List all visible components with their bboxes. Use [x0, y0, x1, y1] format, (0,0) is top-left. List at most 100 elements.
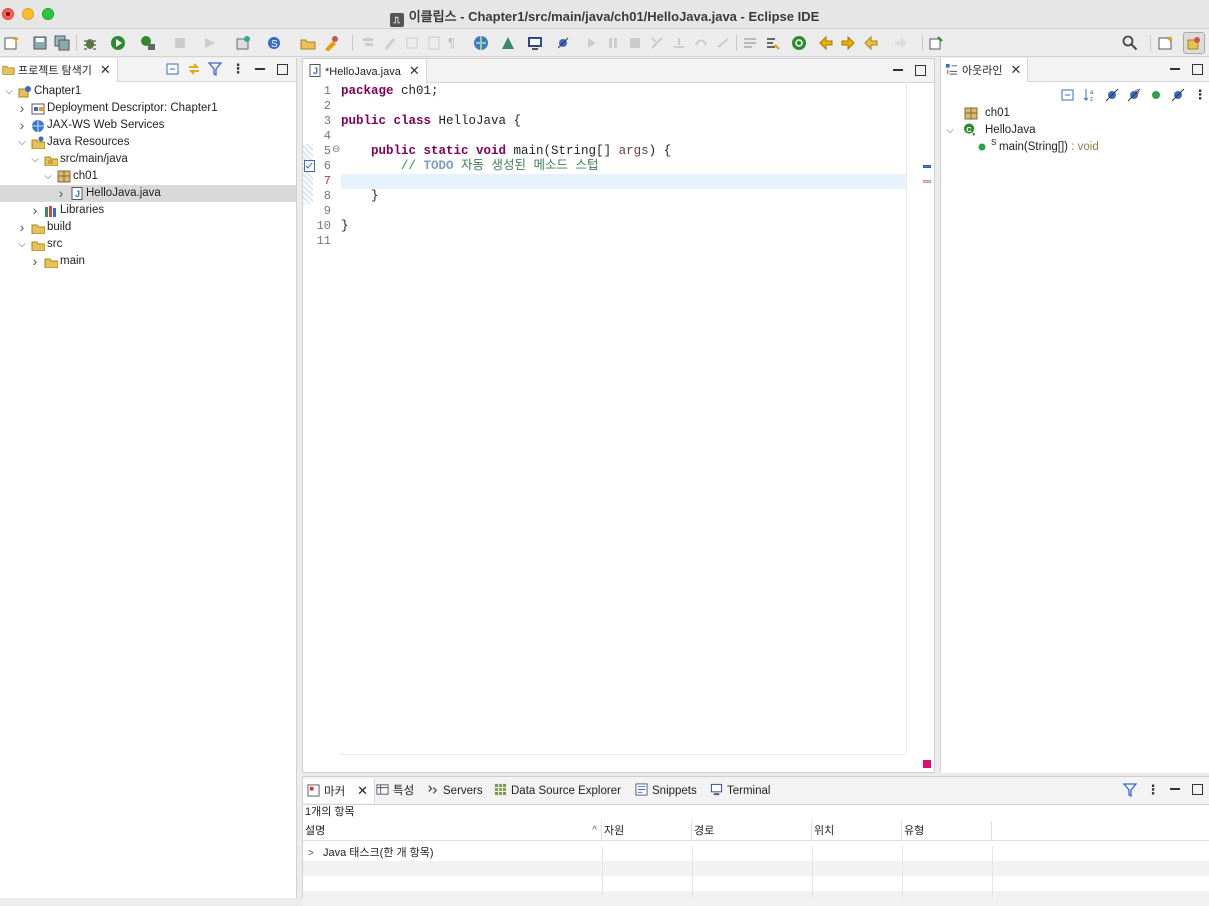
outline-item-package[interactable]: ch01 [941, 105, 1209, 122]
fold-collapse-icon[interactable]: ⊖ [332, 144, 340, 155]
tree-item-src[interactable]: ⌵ src [0, 236, 296, 253]
view-menu-icon[interactable]: ⋮ [1193, 88, 1207, 102]
new-service-icon[interactable]: S [266, 35, 282, 51]
open-type-icon[interactable] [300, 35, 316, 51]
close-icon[interactable]: ✕ [100, 62, 111, 77]
hide-static-icon[interactable]: S [1127, 88, 1141, 102]
tab-data-source-explorer[interactable]: Data Source Explorer [494, 779, 621, 803]
new-icon[interactable] [4, 35, 20, 51]
chevron-right-icon[interactable]: › [17, 100, 27, 117]
table-row [303, 861, 1209, 876]
overview-ruler[interactable] [906, 84, 934, 768]
chevron-down-icon[interactable]: ⌵ [945, 122, 955, 139]
new-server-icon[interactable] [235, 35, 251, 51]
step-return-icon [717, 38, 729, 48]
chevron-down-icon[interactable]: ⌵ [4, 83, 14, 100]
chevron-right-icon[interactable]: > [308, 846, 314, 861]
column-description[interactable]: 설명 ^ [303, 821, 602, 841]
annotation-nav-icon[interactable] [765, 35, 781, 51]
java-ee-perspective-button[interactable] [1183, 32, 1205, 54]
skip-breakpoints-icon[interactable] [555, 35, 571, 51]
tab-servers[interactable]: Servers [426, 779, 483, 803]
back-icon[interactable] [863, 35, 879, 51]
web-browser-icon[interactable] [473, 35, 489, 51]
tree-item-build[interactable]: › build [0, 219, 296, 236]
tree-item-libraries[interactable]: › Libraries [0, 202, 296, 219]
console-icon[interactable] [527, 35, 543, 51]
minimize-icon[interactable] [1168, 62, 1182, 76]
view-menu-icon[interactable]: ⋮ [1146, 783, 1160, 797]
open-perspective-icon[interactable] [1158, 35, 1174, 51]
collapse-all-icon[interactable] [1061, 88, 1075, 102]
chevron-right-icon[interactable]: › [30, 202, 40, 219]
column-resource[interactable]: 자원 [602, 821, 692, 841]
tab-markers[interactable]: 마커 ✕ [303, 779, 376, 803]
tab-terminal[interactable]: Terminal [710, 779, 770, 803]
column-path[interactable]: 경로 [692, 821, 812, 841]
save-all-icon[interactable] [54, 35, 70, 51]
close-icon[interactable]: ✕ [1010, 62, 1021, 77]
view-menu-icon[interactable]: ⋮ [231, 62, 245, 76]
tree-item-main[interactable]: › main [0, 253, 296, 270]
tab-snippets[interactable]: Snippets [635, 779, 697, 803]
minimize-icon[interactable] [891, 63, 905, 77]
tab-hellojava-java[interactable]: J *HelloJava.java ✕ [303, 59, 427, 83]
run-icon[interactable] [110, 35, 126, 51]
tree-item-java-resources[interactable]: ⌵ Java Resources [0, 134, 296, 151]
open-task-icon[interactable] [323, 35, 339, 51]
filter-icon[interactable] [1123, 783, 1137, 797]
table-row[interactable]: > Java 태스크(한 개 항목) [303, 846, 1209, 861]
minimize-icon[interactable] [1168, 782, 1182, 796]
chevron-down-icon[interactable]: ⌵ [30, 151, 40, 168]
tree-item-jax-ws-web-services[interactable]: › JAX-WS Web Services [0, 117, 296, 134]
save-icon[interactable] [32, 35, 48, 51]
column-type[interactable]: 유형 [902, 821, 992, 841]
chevron-right-icon[interactable]: › [17, 117, 27, 134]
chevron-right-icon[interactable]: › [17, 219, 27, 236]
sort-icon[interactable]: az [1083, 88, 1097, 102]
spring-boot-icon[interactable] [791, 35, 807, 51]
chevron-down-icon[interactable]: ⌵ [43, 168, 53, 185]
tree-item-ch01[interactable]: ⌵ ch01 [0, 168, 296, 185]
filter-icon[interactable] [208, 62, 222, 76]
hide-non-public-icon[interactable] [1149, 88, 1163, 102]
maximize-icon[interactable] [913, 63, 927, 77]
tab-properties[interactable]: 특성 [376, 779, 414, 803]
maximize-icon[interactable] [1190, 782, 1204, 796]
tab-project-explorer[interactable]: 프로젝트 탐색기 ✕ [0, 58, 118, 82]
close-icon[interactable]: ✕ [357, 783, 368, 798]
column-location[interactable]: 위치 [812, 821, 902, 841]
outline-item-method[interactable]: S main(String[]) : void [941, 138, 1209, 156]
markers-summary: 1개의 항목 [305, 806, 355, 818]
horizontal-scrollbar[interactable] [339, 754, 906, 772]
tab-outline[interactable]: 아웃라인 ✕ [941, 58, 1029, 82]
link-with-editor-icon[interactable] [187, 62, 201, 76]
search-icon[interactable] [1122, 35, 1138, 51]
chevron-down-icon[interactable]: ⌵ [17, 134, 27, 151]
tree-item-chapter1[interactable]: ⌵ Chapter1 [0, 83, 296, 100]
chevron-right-icon[interactable]: › [30, 253, 40, 270]
chevron-right-icon[interactable]: › [56, 185, 66, 202]
debug-icon[interactable] [82, 35, 98, 51]
maximize-icon[interactable] [1190, 62, 1204, 76]
tree-item-src-main-java[interactable]: ⌵ src/main/java [0, 151, 296, 168]
close-icon[interactable]: ✕ [409, 63, 420, 78]
deploy-icon[interactable] [500, 35, 516, 51]
hide-fields-icon[interactable] [1105, 88, 1119, 102]
java-ee-perspective-icon [1187, 37, 1200, 50]
hide-local-types-icon[interactable] [1171, 88, 1185, 102]
tree-item-deployment-descriptor-chapter1[interactable]: › Deployment Descriptor: Chapter1 [0, 100, 296, 117]
code-area[interactable]: package ch01; public class HelloJava { p… [341, 84, 906, 754]
run-external-icon[interactable] [140, 35, 156, 51]
maximize-icon[interactable] [275, 62, 289, 76]
collapse-all-icon[interactable] [166, 62, 180, 76]
tree-item-hellojava-java[interactable]: › J HelloJava.java [0, 185, 296, 202]
minimize-icon[interactable] [253, 62, 267, 76]
chevron-down-icon[interactable]: ⌵ [17, 236, 27, 253]
pin-editor-icon[interactable] [928, 35, 944, 51]
previous-annotation-icon[interactable] [818, 35, 834, 51]
outline-item-class[interactable]: ⌵ C HelloJava [941, 122, 1209, 139]
next-annotation-icon[interactable] [840, 35, 856, 51]
occurrence-overview-mark[interactable] [923, 180, 931, 183]
task-overview-mark[interactable] [923, 165, 931, 168]
